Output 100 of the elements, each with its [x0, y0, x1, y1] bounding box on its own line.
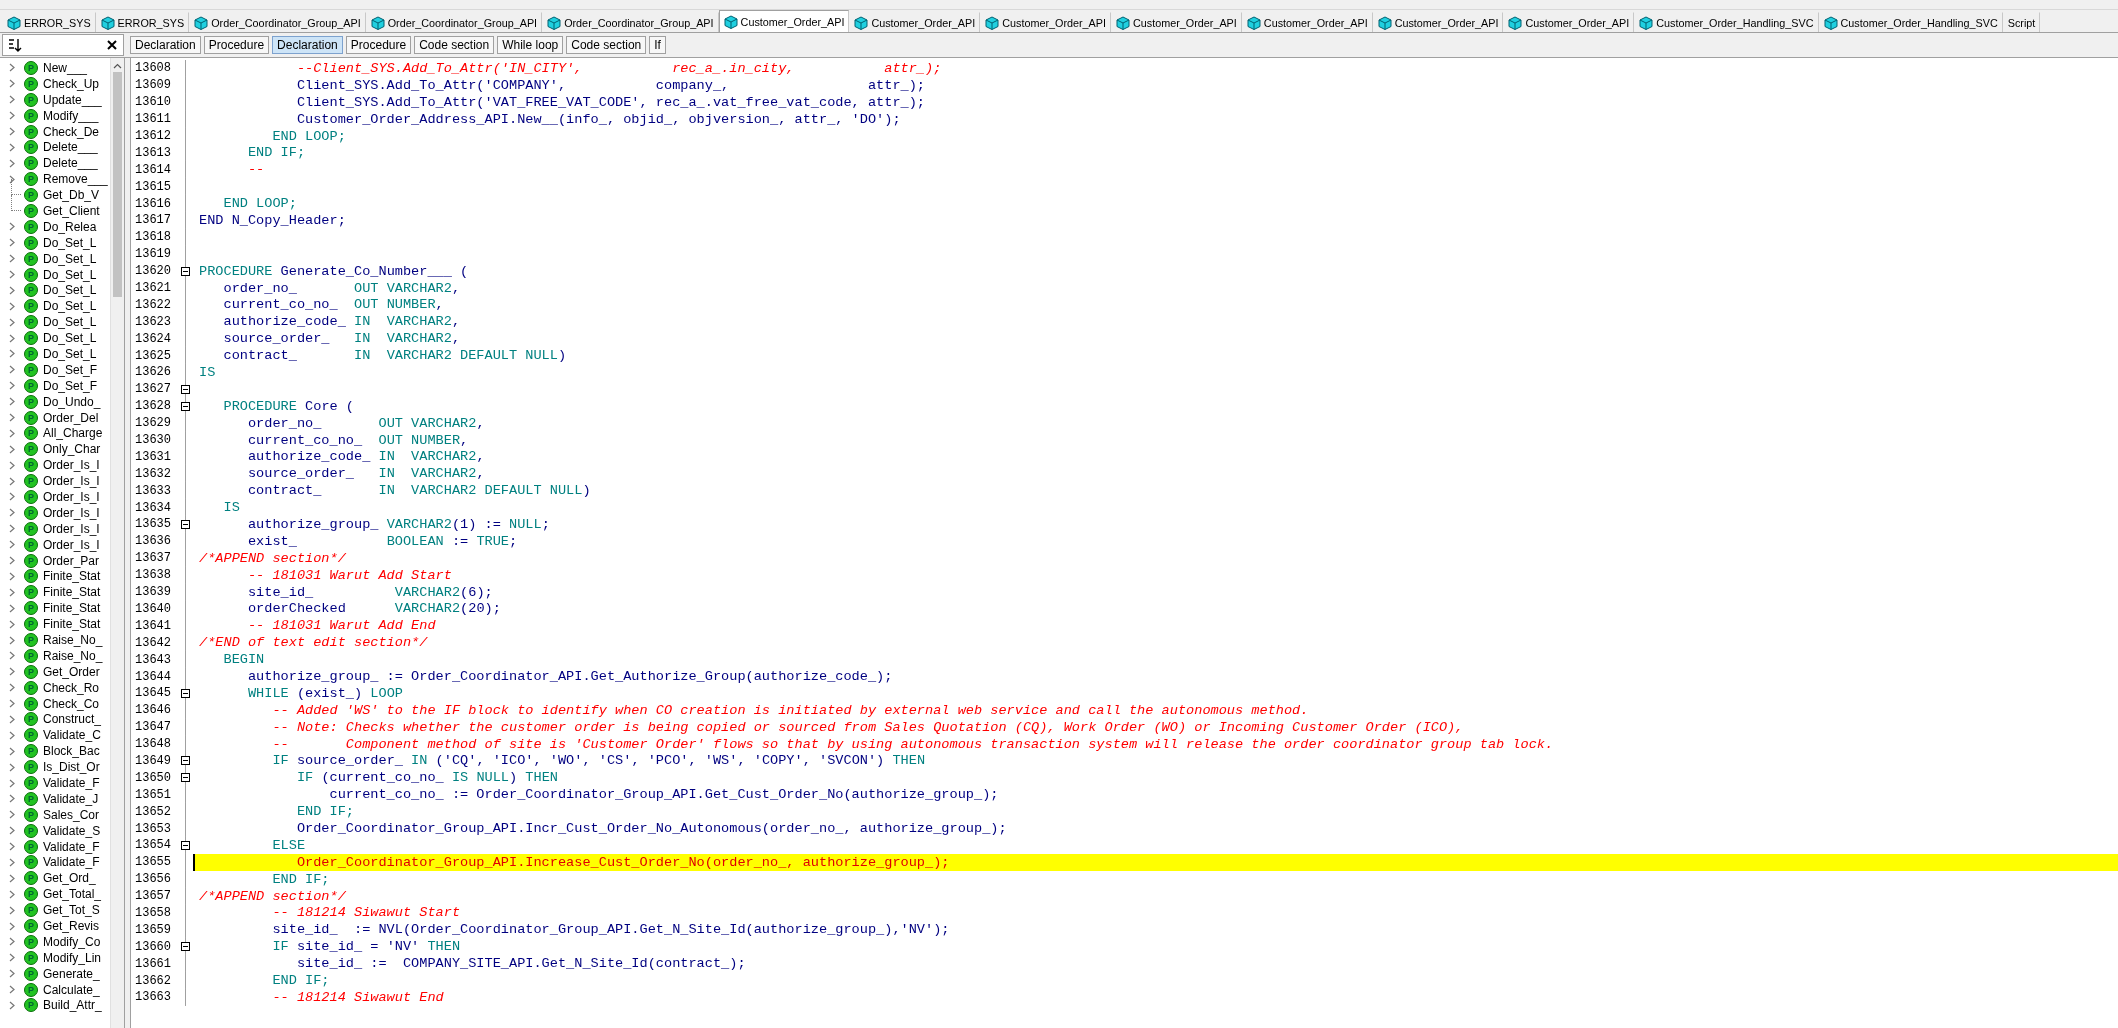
chevron-icon[interactable]	[9, 476, 15, 486]
chevron-icon[interactable]	[9, 365, 15, 375]
tree-item[interactable]: Block_Bac	[43, 744, 100, 759]
tree-item[interactable]: Do_Set_F	[43, 378, 98, 393]
chevron-icon[interactable]	[9, 174, 15, 184]
chevron-icon[interactable]	[9, 444, 15, 454]
chevron-icon[interactable]	[9, 222, 15, 232]
chevron-icon[interactable]	[9, 921, 15, 931]
tree-item[interactable]: Do_Set_L	[43, 299, 97, 314]
scrollbar[interactable]	[110, 58, 124, 1028]
tree-item[interactable]: Generate_	[43, 966, 100, 981]
tree-item[interactable]: Do_Set_L	[43, 315, 97, 330]
tree-item[interactable]: Do_Set_L	[43, 267, 97, 282]
tree-item[interactable]: Order_Is_I	[43, 490, 100, 504]
tree-item[interactable]: Check_Up	[43, 76, 100, 91]
chevron-icon[interactable]	[9, 778, 15, 788]
chevron-icon[interactable]	[9, 285, 15, 295]
tree-item[interactable]: Only_Char	[43, 442, 101, 457]
chevron-icon[interactable]	[9, 142, 15, 152]
tree-item[interactable]: Do_Set_L	[43, 331, 97, 346]
tree-item[interactable]: Get_Tot_S	[43, 903, 100, 918]
chevron-icon[interactable]	[9, 428, 15, 438]
tree-item[interactable]: Modify___	[43, 108, 99, 123]
chevron-icon[interactable]	[9, 63, 15, 73]
tree-item[interactable]: Validate_F	[43, 855, 100, 870]
breadcrumb-button[interactable]: Procedure	[203, 36, 270, 54]
tree-item[interactable]: Modify_Lin	[43, 950, 102, 965]
chevron-icon[interactable]	[9, 540, 15, 550]
chevron-icon[interactable]	[9, 603, 15, 613]
breadcrumb-button[interactable]: Procedure	[345, 36, 412, 54]
collapse-icon[interactable]	[180, 942, 190, 952]
chevron-icon[interactable]	[9, 746, 15, 756]
chevron-icon[interactable]	[9, 842, 15, 852]
breadcrumb-button[interactable]: If	[649, 36, 666, 54]
breadcrumb-button[interactable]: Declaration	[272, 36, 343, 54]
tree-item[interactable]: Do_Undo_	[43, 394, 101, 409]
tree-item[interactable]: Check_Ro	[43, 680, 100, 695]
tree-item[interactable]: Raise_No_	[43, 633, 103, 647]
collapse-icon[interactable]	[180, 520, 190, 529]
tree-item[interactable]: Do_Set_L	[43, 251, 97, 266]
chevron-icon[interactable]	[9, 238, 15, 248]
tree-item[interactable]: Do_Set_L	[43, 346, 97, 361]
tree-item[interactable]: All_Charge	[43, 426, 103, 441]
chevron-icon[interactable]	[9, 524, 15, 534]
chevron-icon[interactable]	[9, 571, 15, 581]
tree-item[interactable]: Is_Dist_Or	[43, 760, 100, 775]
breadcrumb-button[interactable]: Code section	[414, 36, 495, 54]
breadcrumb-button[interactable]: Declaration	[130, 36, 201, 54]
chevron-icon[interactable]	[9, 873, 15, 883]
tree-item[interactable]: Order_Is_I	[43, 521, 100, 536]
chevron-icon[interactable]	[9, 333, 15, 343]
tree-item[interactable]: Finite_Stat	[43, 585, 101, 600]
chevron-icon[interactable]	[9, 985, 15, 995]
chevron-icon[interactable]	[9, 889, 15, 899]
chevron-icon[interactable]	[9, 587, 15, 597]
chevron-icon[interactable]	[9, 762, 15, 772]
tree-item[interactable]: Modify_Co	[43, 934, 101, 949]
editor-tab[interactable]: Customer_Order_API	[718, 10, 850, 32]
chevron-icon[interactable]	[9, 714, 15, 724]
chevron-icon[interactable]	[9, 699, 15, 709]
tree-item[interactable]: Sales_Cor	[43, 807, 100, 822]
tree-item[interactable]: New___	[43, 60, 88, 75]
chevron-icon[interactable]	[9, 810, 15, 820]
tree-item[interactable]: Raise_No_	[43, 648, 103, 663]
chevron-icon[interactable]	[9, 460, 15, 470]
tree-item[interactable]: Get_Total_	[43, 887, 102, 902]
chevron-icon[interactable]	[9, 953, 15, 963]
tree-item[interactable]: Remove___	[43, 172, 108, 187]
tree-item[interactable]: Construct_	[43, 712, 102, 727]
tree-item[interactable]: Order_Is_I	[43, 505, 100, 520]
chevron-icon[interactable]	[9, 127, 15, 136]
tree-item[interactable]: Get_Client	[43, 203, 100, 218]
chevron-icon[interactable]	[9, 619, 15, 629]
tree-item[interactable]: Build_Attr_	[43, 998, 102, 1013]
tree-item[interactable]: Update___	[43, 92, 102, 107]
tree-item[interactable]: Order_Par	[43, 553, 100, 568]
tree-item[interactable]: Delete___	[43, 156, 98, 171]
tree-item[interactable]: Get_Ord_	[43, 871, 96, 886]
chevron-icon[interactable]	[9, 730, 15, 740]
chevron-icon[interactable]	[9, 95, 15, 105]
chevron-icon[interactable]	[9, 667, 15, 677]
chevron-icon[interactable]	[9, 556, 15, 566]
tree-item[interactable]: Calculate_	[43, 982, 100, 997]
tree-item[interactable]: Order_Is_I	[43, 474, 100, 489]
breadcrumb-button[interactable]: While loop	[497, 36, 564, 54]
chevron-icon[interactable]	[9, 905, 15, 915]
tree-item[interactable]: Finite_Stat	[43, 617, 101, 632]
chevron-icon[interactable]	[9, 969, 15, 979]
chevron-icon[interactable]	[9, 857, 15, 867]
chevron-icon[interactable]	[9, 79, 15, 89]
tree-item[interactable]: Order_Del	[43, 410, 99, 425]
tree-item[interactable]: Order_Is_I	[43, 537, 100, 552]
collapse-icon[interactable]	[180, 773, 190, 783]
tree-item[interactable]: Validate_S	[43, 823, 101, 838]
tree-item[interactable]: Get_Revis	[43, 919, 100, 934]
scrollbar-thumb[interactable]	[113, 72, 122, 297]
tree-item[interactable]: Check_Co	[43, 696, 100, 711]
tree-item[interactable]: Get_Order	[43, 664, 100, 679]
chevron-icon[interactable]	[9, 794, 15, 804]
breadcrumb-button[interactable]: Code section	[566, 36, 647, 54]
